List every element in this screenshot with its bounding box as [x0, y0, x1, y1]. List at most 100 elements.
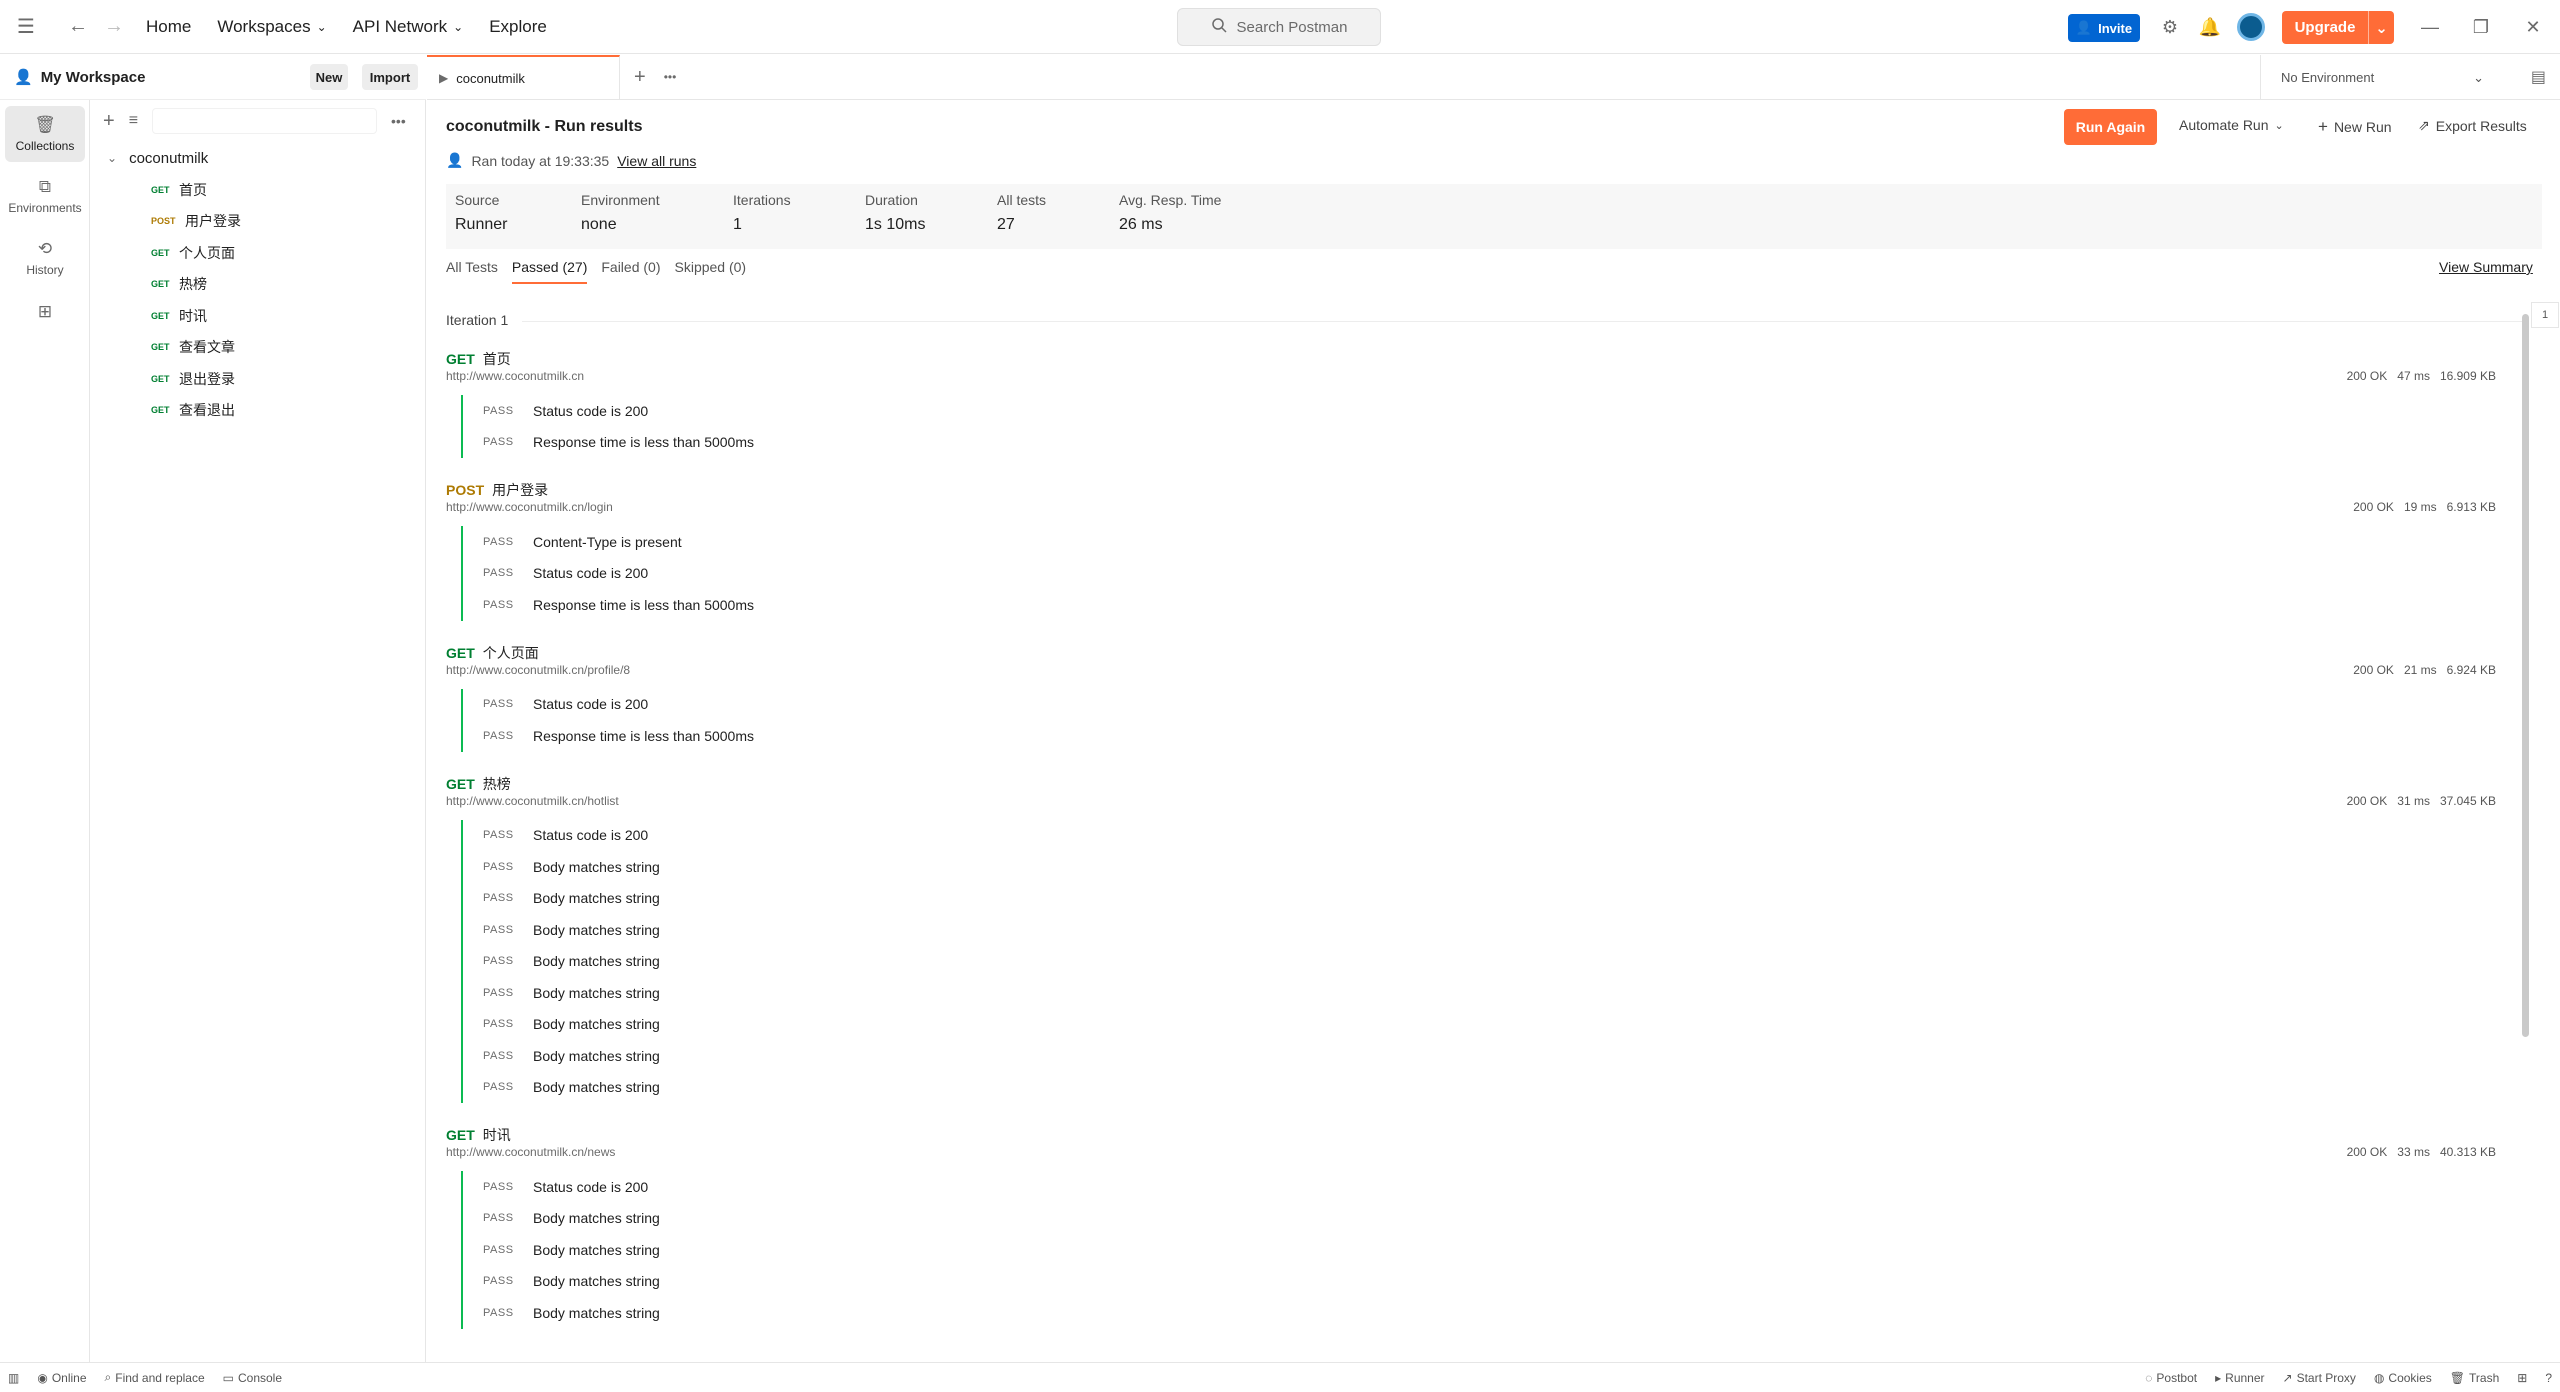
gear-icon[interactable]: ⚙	[2156, 13, 2184, 41]
collection-request-item[interactable]: POST 用户登录	[91, 206, 425, 238]
postbot-label: Postbot	[2156, 1370, 2198, 1385]
results-scrollbar[interactable]	[2522, 314, 2529, 1037]
console-button[interactable]: ▭ Console	[223, 1371, 282, 1385]
request-name: 用户登录	[185, 213, 241, 230]
collection-root[interactable]: ⌄ coconutmilk	[91, 142, 425, 174]
restore-icon[interactable]: ❐	[2467, 13, 2495, 41]
request-method: GET	[151, 342, 170, 353]
pass-badge: PASS	[483, 923, 514, 936]
summary-value: 1s 10ms	[865, 216, 926, 233]
environment-quick-look-icon[interactable]: ▤	[2531, 67, 2546, 87]
response-size: 6.913 KB	[2446, 500, 2496, 514]
nav-home-label: Home	[146, 16, 192, 36]
nav-explore[interactable]: Explore	[489, 17, 547, 37]
test-name: Body matches string	[533, 1047, 660, 1064]
iteration-page-indicator[interactable]: 1	[2531, 302, 2559, 328]
filter-icon[interactable]: ≡	[129, 112, 138, 130]
cookies-button[interactable]: ◍ Cookies	[2374, 1371, 2432, 1385]
postbot-button[interactable]: ◌ Postbot	[2145, 1371, 2197, 1385]
runner-button[interactable]: ▸ Runner	[2215, 1371, 2264, 1385]
run-again-button[interactable]: Run Again	[2064, 109, 2157, 145]
new-tab-plus-icon[interactable]: +	[634, 66, 646, 89]
close-icon[interactable]: ✕	[2519, 13, 2547, 41]
online-label: Online	[51, 1370, 87, 1385]
toggle-sidebar-icon[interactable]: ▥	[8, 1371, 19, 1385]
menu-icon[interactable]: ☰	[8, 9, 44, 45]
search-placeholder: Search Postman	[1236, 18, 1348, 36]
request-result-header[interactable]: GET 热榜	[446, 774, 2511, 794]
rail-history[interactable]: ⟲ History	[5, 230, 85, 286]
minimize-icon[interactable]: —	[2416, 13, 2444, 41]
sidebar-search-input[interactable]	[152, 108, 378, 134]
environment-select[interactable]: No Environment ⌄	[2260, 55, 2500, 100]
rail-add-widgets[interactable]: ⊞	[5, 292, 85, 332]
collection-request-item[interactable]: GET 个人页面	[91, 237, 425, 269]
back-arrow-icon[interactable]: ←	[60, 9, 96, 45]
forward-arrow-icon[interactable]: →	[96, 9, 132, 45]
upgrade-label: Upgrade	[2294, 19, 2356, 36]
runner-icon: ▶	[439, 71, 449, 85]
view-all-runs-link[interactable]: View all runs	[617, 153, 696, 169]
request-result-header[interactable]: POST 用户登录	[446, 480, 2511, 500]
start-proxy-button[interactable]: ↗ Start Proxy	[2283, 1371, 2356, 1385]
summary-all-tests: All tests 27	[988, 184, 1110, 249]
collection-request-item[interactable]: GET 查看退出	[91, 395, 425, 427]
online-status[interactable]: ◉ Online	[37, 1371, 86, 1385]
request-url: http://www.coconutmilk.cn/news	[446, 1145, 616, 1159]
pass-badge: PASS	[483, 535, 514, 548]
request-result-header[interactable]: GET 时讯	[446, 1125, 2511, 1145]
pass-badge: PASS	[483, 1212, 514, 1225]
help-icon[interactable]: ?	[2545, 1371, 2552, 1385]
collection-request-item[interactable]: GET 查看文章	[91, 332, 425, 364]
bell-icon[interactable]: 🔔	[2196, 13, 2224, 41]
rail-collections[interactable]: 🗑 Collections	[5, 106, 85, 162]
collection-request-item[interactable]: GET 首页	[91, 174, 425, 206]
workspace-name[interactable]: My Workspace	[41, 69, 146, 86]
more-options-icon[interactable]: •••	[391, 113, 406, 129]
chevron-down-icon[interactable]: ⌄	[2368, 11, 2394, 44]
request-url: http://www.coconutmilk.cn/profile/8	[446, 662, 631, 677]
tab-skipped[interactable]: Skipped (0)	[675, 259, 747, 284]
nav-explore-label: Explore	[489, 16, 547, 36]
new-run-button[interactable]: + New Run	[2318, 117, 2392, 137]
tab-all-tests[interactable]: All Tests	[446, 259, 498, 284]
upgrade-button[interactable]: Upgrade ⌄	[2282, 11, 2394, 44]
pass-badge: PASS	[483, 1243, 514, 1256]
rail-environments[interactable]: ⧉ Environments	[5, 168, 85, 224]
request-result-header[interactable]: GET 个人页面	[446, 643, 2511, 663]
tab-failed[interactable]: Failed (0)	[601, 259, 660, 284]
cookie-icon: ◍	[2373, 1370, 2385, 1385]
invite-button[interactable]: 👤 Invite	[2068, 14, 2140, 42]
tab-passed[interactable]: Passed (27)	[511, 259, 588, 284]
find-replace-button[interactable]: ⌕ Find and replace	[105, 1370, 205, 1385]
layout-icon[interactable]: ⊞	[2517, 1371, 2527, 1385]
pass-badge: PASS	[483, 1306, 514, 1319]
more-tabs-icon[interactable]: •••	[664, 70, 677, 84]
nav-home[interactable]: Home	[146, 17, 191, 37]
tab-coconutmilk-runner[interactable]: ▶ coconutmilk	[427, 54, 620, 100]
new-button[interactable]: New	[310, 64, 348, 90]
avatar[interactable]	[2237, 13, 2265, 41]
test-name: Status code is 200	[533, 696, 649, 713]
collection-request-item[interactable]: GET 热榜	[91, 269, 425, 301]
export-results-button[interactable]: ⇗ Export Results	[2418, 117, 2527, 134]
plus-icon[interactable]: +	[103, 110, 115, 133]
test-name: Body matches string	[533, 1273, 660, 1290]
automate-run-dropdown[interactable]: Automate Run ⌄	[2179, 117, 2284, 133]
request-method: GET	[151, 405, 170, 416]
response-time: 19 ms	[2403, 500, 2437, 514]
nav-api-network[interactable]: API Network ⌄	[353, 17, 464, 37]
collection-request-item[interactable]: GET 时讯	[91, 300, 425, 332]
summary-key: All tests	[997, 192, 1047, 208]
request-result-header[interactable]: GET 首页	[446, 349, 2511, 369]
search-input[interactable]: Search Postman	[1177, 8, 1381, 46]
trash-button[interactable]: 🗑 Trash	[2450, 1371, 2499, 1385]
summary-source: Source Runner	[446, 184, 572, 249]
nav-workspaces[interactable]: Workspaces ⌄	[217, 17, 326, 37]
collection-request-item[interactable]: GET 退出登录	[91, 363, 425, 395]
trash-label: Trash	[2469, 1370, 2500, 1385]
import-button[interactable]: Import	[362, 64, 418, 90]
view-summary-link[interactable]: View Summary	[2439, 259, 2533, 275]
iteration-divider	[522, 321, 2522, 322]
summary-value: 1	[733, 216, 742, 233]
